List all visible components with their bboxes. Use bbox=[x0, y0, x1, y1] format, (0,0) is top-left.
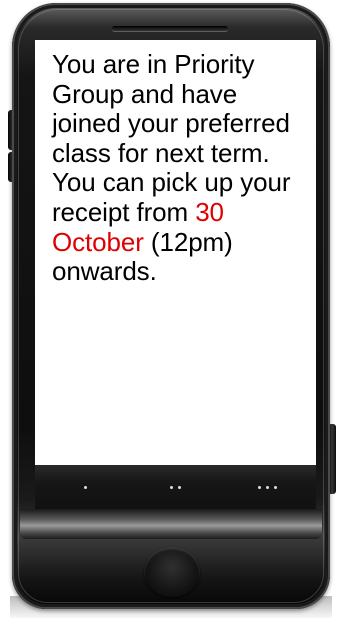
three-dots-nav-button[interactable] bbox=[237, 473, 297, 501]
dot bbox=[273, 485, 277, 489]
one-dot-nav-button[interactable] bbox=[55, 473, 115, 501]
dot bbox=[177, 485, 181, 489]
phone-screen: You are in Priority Group and have joine… bbox=[35, 40, 316, 465]
one-dot-icon bbox=[83, 485, 87, 489]
message-text-start: You are in Priority Group and have joine… bbox=[52, 49, 291, 227]
home-button[interactable] bbox=[144, 547, 200, 597]
two-dots-icon bbox=[169, 485, 173, 489]
chrome-bezel-band bbox=[20, 509, 322, 539]
dot bbox=[265, 485, 269, 489]
three-dots-icon bbox=[257, 485, 261, 489]
speaker-grille bbox=[112, 26, 228, 31]
two-dots-nav-button[interactable] bbox=[145, 473, 205, 501]
phone-scene: You are in Priority Group and have joine… bbox=[0, 0, 339, 621]
sms-message: You are in Priority Group and have joine… bbox=[52, 49, 304, 287]
navigation-bar bbox=[35, 465, 316, 509]
